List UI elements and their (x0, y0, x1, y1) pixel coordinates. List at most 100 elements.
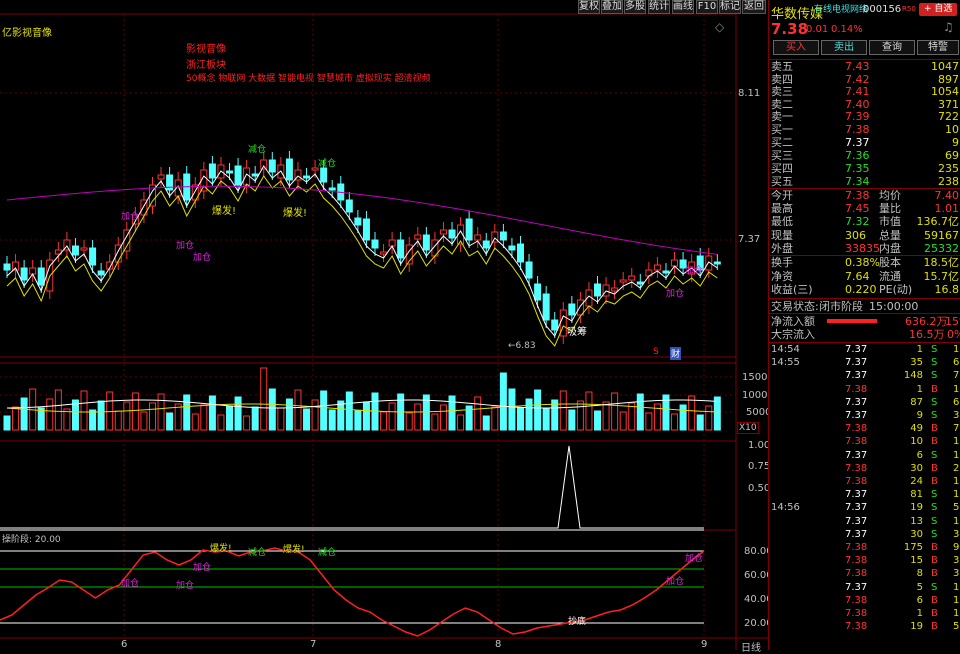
marker-jiacang: 加仓 (193, 253, 212, 263)
candle-body (594, 283, 602, 297)
ask-row[interactable]: 卖一 7.39 722 (769, 110, 960, 123)
vol-multiplier: X10 (737, 422, 759, 434)
osc-marker-jiacang: 加仓 (666, 577, 685, 587)
tool-multi-button[interactable]: 多股 (624, 0, 646, 14)
query-button[interactable]: 查询 (869, 40, 915, 55)
candle-body (226, 170, 234, 174)
candle-body (362, 218, 370, 241)
trade-row: 7.38 1 B 1 (845, 383, 960, 395)
trade-row: 7.38 24 B 1 (845, 476, 960, 487)
sell-button[interactable]: 卖出 (821, 40, 867, 55)
osc-marker-jiancang: 减仓 (248, 548, 267, 558)
ask-row[interactable]: 卖二 7.40 371 (769, 98, 960, 111)
volume-bar (260, 367, 268, 431)
tool-draw-button[interactable]: 画线 (672, 0, 694, 14)
tool-fuquan-button[interactable]: 复权 (578, 0, 600, 14)
annotation-sector: 影视音像 (186, 44, 226, 55)
candle-body (662, 270, 670, 274)
volume-bar (123, 401, 131, 431)
osc-marker-chaodi: 抄底 (568, 617, 587, 627)
volume-bar (457, 414, 465, 431)
candle-body (576, 299, 584, 316)
ma5-line (6, 165, 718, 337)
trade-row: 7.37 87 S 6 (845, 396, 960, 408)
candle-body (482, 240, 490, 249)
volume-bar (679, 404, 687, 431)
volume-bar (243, 415, 251, 431)
stat-row: 最高 7.45 量比 1.01 (771, 202, 959, 216)
marker-jiacang: 加仓 (176, 241, 195, 251)
stat-row: 今开 7.38 均价 7.40 (771, 189, 959, 202)
volume-bar (46, 398, 54, 431)
volume-bar (645, 412, 653, 431)
osc-marker-baofa: 爆发! (283, 545, 305, 555)
tool-stats-button[interactable]: 统计 (648, 0, 670, 14)
ma60-line (6, 185, 718, 255)
candle-body (20, 267, 28, 281)
tool-f10-button[interactable]: F10 (696, 0, 718, 14)
marker-cai[interactable]: 财 (670, 347, 682, 360)
flow-bulk: 大宗流入 16.5万 0% (771, 328, 960, 341)
volume-bar (157, 393, 165, 431)
chart-area[interactable]: 复权 叠加 多股 统计 画线 F10 标记 返回 亿影视音像 影视音像 浙江板块… (0, 0, 774, 654)
volume-bar (585, 391, 593, 431)
volume-bar (337, 400, 345, 431)
bell-icon[interactable]: ♫ (943, 20, 954, 34)
tool-mark-button[interactable]: 标记 (719, 0, 741, 14)
alert-button[interactable]: 特警 (917, 40, 959, 55)
candle-body (234, 165, 242, 186)
bid-row[interactable]: 买二 7.37 9 (769, 136, 960, 149)
bid-row[interactable]: 买四 7.35 235 (769, 162, 960, 175)
candle-body (611, 287, 619, 292)
volume-bar (54, 389, 62, 431)
indicator-title: 亿影视音像 (2, 28, 52, 39)
volume-bar (277, 407, 285, 431)
candle-body (568, 303, 576, 316)
volume-bar (285, 398, 293, 431)
osc-title: 操阶段: 20.00 (2, 535, 61, 545)
marker-xichou: 吸筹 (567, 327, 587, 338)
candle-body (516, 243, 524, 263)
volume-bar (80, 390, 88, 431)
candle-body (534, 283, 542, 301)
marker-jiacang: 加仓 (666, 289, 685, 299)
volume-bar (705, 405, 713, 431)
marker-jiacang: 加仓 (121, 212, 140, 222)
tool-overlay-button[interactable]: 叠加 (601, 0, 623, 14)
trade-row: 7.37 13 S 1 (845, 515, 960, 527)
period-label[interactable]: 日线 (741, 639, 761, 654)
volume-bar (508, 388, 516, 431)
volume-bar (414, 403, 422, 431)
marker-jiancang: 减仓 (248, 145, 267, 155)
ask-row[interactable]: 卖三 7.41 1054 (769, 85, 960, 98)
chevron-icon[interactable]: ◇ (715, 20, 724, 34)
osc-marker-baofa: 爆发! (210, 544, 232, 554)
volume-bar (191, 413, 199, 431)
add-watchlist-button[interactable]: + 自选 (919, 3, 958, 16)
quote-panel: 华数传媒 有线电视网络 000156 R50 + 自选 7.38 0.01 0.… (768, 0, 960, 650)
low-price-label: ←6.83 (508, 341, 536, 351)
volume-bar (217, 414, 225, 431)
stat-row: 最低 7.32 市值 136.7亿 (771, 215, 959, 229)
osc-marker-jiancang: 减仓 (318, 548, 337, 558)
stock-code: 000156 (863, 4, 902, 15)
bid-row[interactable]: 买一 7.38 10 (769, 123, 960, 136)
volume-bar (320, 390, 328, 431)
bid-row[interactable]: 买三 7.36 69 (769, 149, 960, 162)
marker-baofa: 爆发! (283, 208, 308, 219)
volume-bar (688, 395, 696, 431)
buy-button[interactable]: 买入 (773, 40, 819, 55)
marker-s[interactable]: S (653, 347, 659, 357)
volume-bar (516, 407, 524, 431)
ask-row[interactable]: 卖五 7.43 1047 (769, 60, 960, 73)
volume-bar (474, 396, 482, 431)
ask-row[interactable]: 卖四 7.42 897 (769, 73, 960, 86)
tool-back-button[interactable]: 返回 (742, 0, 766, 14)
trade-row: 7.37 81 S 11 (845, 489, 960, 501)
trade-row: 7.38 1 B 1 (845, 608, 960, 619)
trade-row: 7.38 10 B 1 (845, 436, 960, 448)
bid-row[interactable]: 买五 7.34 238 (769, 175, 960, 188)
kline-chart[interactable] (0, 0, 768, 650)
stat2-row: 换手 0.38% 股本 18.5亿 (771, 256, 959, 269)
stat-row: 现量 306 总量 59167 (771, 228, 959, 242)
